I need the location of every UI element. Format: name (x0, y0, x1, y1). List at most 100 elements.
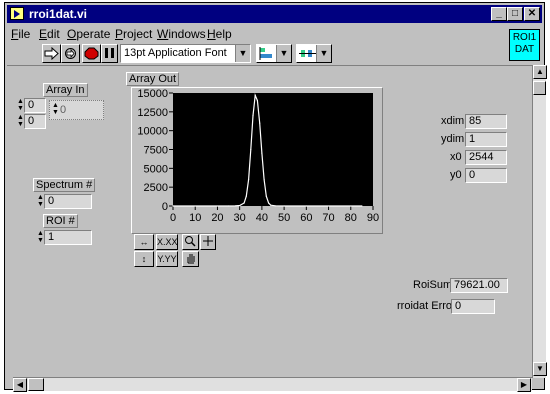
x-tick-label: 30 (234, 212, 246, 224)
y-autoscale-button[interactable]: ↕ (134, 251, 154, 267)
data-point (172, 205, 174, 207)
abort-button[interactable] (82, 44, 101, 63)
data-point (305, 205, 307, 207)
data-point (250, 148, 252, 151)
array-out-graph[interactable]: 0 2500 5000 7500 10000 12500 15000 0 10 20 30 40 50 6… (131, 87, 383, 234)
menu-edit[interactable]: Edit (39, 27, 60, 41)
x-tick-label: 90 (367, 212, 379, 224)
y0-label: y0 (450, 169, 462, 181)
x0-label: x0 (450, 151, 462, 163)
chevron-down-icon: ▼ (235, 45, 250, 62)
data-point (245, 195, 247, 197)
array-in-element[interactable]: ▲ ▼ 0 (49, 100, 104, 120)
spectrum-label: Spectrum # (33, 178, 96, 192)
x-tick-label: 10 (189, 212, 201, 224)
horizontal-scrollbar[interactable]: ◀ ▶ (13, 377, 532, 392)
x-tick-label: 60 (300, 212, 312, 224)
pan-button[interactable] (182, 251, 199, 267)
array-out-chart: 0 2500 5000 7500 10000 12500 15000 0 10 20 30 40 50 6… (137, 88, 379, 224)
data-point (243, 202, 245, 204)
y-tick-label: 5000 (144, 163, 168, 175)
roi-stepper[interactable]: ▲ ▼ (37, 230, 44, 245)
menu-operate[interactable]: Operate (67, 27, 110, 41)
horizontal-scroll-thumb[interactable] (28, 378, 44, 391)
data-point (265, 195, 267, 197)
data-point (254, 94, 256, 96)
x-format-button[interactable]: X.XX (156, 234, 178, 250)
x-tick-label: 70 (322, 212, 334, 224)
font-selector-value: 13pt Application Font (124, 47, 227, 59)
data-point (263, 179, 265, 181)
badge-line2: DAT (514, 44, 535, 55)
menu-bar: File Edit Operate Project Windows Help (7, 25, 542, 42)
vi-connector-icon: ROI1 DAT (509, 29, 540, 61)
crosshair-button[interactable] (200, 234, 216, 250)
pause-icon (105, 48, 114, 58)
scroll-right-button[interactable]: ▶ (517, 378, 531, 392)
data-point (361, 205, 363, 207)
roi-field[interactable]: 1 (44, 230, 92, 245)
y-tick-label: 2500 (144, 182, 168, 194)
menu-windows[interactable]: Windows (157, 27, 206, 41)
y-format-button[interactable]: Y.YY (156, 251, 178, 267)
element-stepper[interactable]: ▲ ▼ (52, 102, 59, 116)
x-tick-label: 50 (278, 212, 290, 224)
roi-label: ROI # (43, 214, 78, 228)
run-button[interactable] (42, 44, 61, 63)
data-point (256, 99, 259, 102)
menu-help[interactable]: Help (207, 27, 232, 41)
close-button[interactable]: ✕ (524, 7, 540, 21)
data-point (259, 122, 261, 124)
hand-icon (187, 254, 194, 264)
xdim-label: xdim (441, 115, 465, 127)
array-index-1[interactable]: 0 (24, 98, 46, 113)
y0-field: 0 (465, 168, 507, 183)
error-label: rroidat Error (397, 300, 456, 312)
y-tick-label: 12500 (137, 107, 168, 119)
ydim-field: 1 (465, 132, 507, 147)
data-point (234, 205, 236, 207)
pause-button[interactable] (101, 44, 118, 63)
maximize-button[interactable]: □ (507, 7, 523, 21)
data-point (267, 202, 270, 204)
align-objects-ring[interactable]: ▼ (256, 44, 292, 63)
menu-project[interactable]: Project (115, 27, 152, 41)
array-index-2-stepper[interactable]: ▲ ▼ (17, 114, 24, 129)
y-tick-label: 7500 (144, 145, 168, 157)
data-point (252, 115, 254, 117)
x-tick-label: 20 (211, 212, 223, 224)
crosshair-icon (203, 236, 213, 246)
labview-vi-icon (10, 7, 24, 20)
scroll-left-button[interactable]: ◀ (13, 378, 27, 392)
xdim-field: 85 (465, 114, 507, 129)
title-bar[interactable]: rroi1dat.vi _ □ ✕ (7, 5, 542, 23)
data-point (227, 205, 230, 207)
run-continuously-button[interactable] (61, 44, 80, 63)
vertical-scroll-thumb[interactable] (533, 81, 546, 95)
distribute-objects-ring[interactable]: ▼ (296, 44, 332, 63)
array-index-2[interactable]: 0 (24, 114, 46, 129)
badge-line1: ROI1 (512, 32, 537, 43)
data-point (247, 179, 250, 181)
zoom-button[interactable] (182, 234, 199, 250)
scroll-down-button[interactable]: ▼ (533, 362, 547, 376)
continuous-run-icon (65, 48, 76, 59)
y-tick-label: 10000 (137, 126, 168, 138)
menu-file[interactable]: File (11, 27, 30, 41)
align-icon (259, 47, 272, 60)
array-index-1-stepper[interactable]: ▲ ▼ (17, 98, 24, 113)
spectrum-field[interactable]: 0 (44, 194, 92, 209)
minimize-button[interactable]: _ (491, 7, 507, 21)
x-tick-label: 80 (345, 212, 357, 224)
vertical-scrollbar[interactable]: ▲ ▼ (532, 65, 547, 378)
x0-field: 2544 (465, 150, 507, 165)
array-in-value: 0 (60, 104, 67, 116)
font-selector[interactable]: 13pt Application Font ▼ (120, 44, 251, 63)
x-autoscale-button[interactable]: ↔ (134, 234, 154, 250)
scroll-up-button[interactable]: ▲ (533, 65, 547, 79)
x-tick-label: 0 (170, 212, 176, 224)
spectrum-stepper[interactable]: ▲ ▼ (37, 194, 44, 209)
abort-stop-icon (84, 47, 99, 60)
chevron-down-icon: ▼ (276, 45, 291, 62)
y-tick-label: 0 (162, 201, 168, 213)
